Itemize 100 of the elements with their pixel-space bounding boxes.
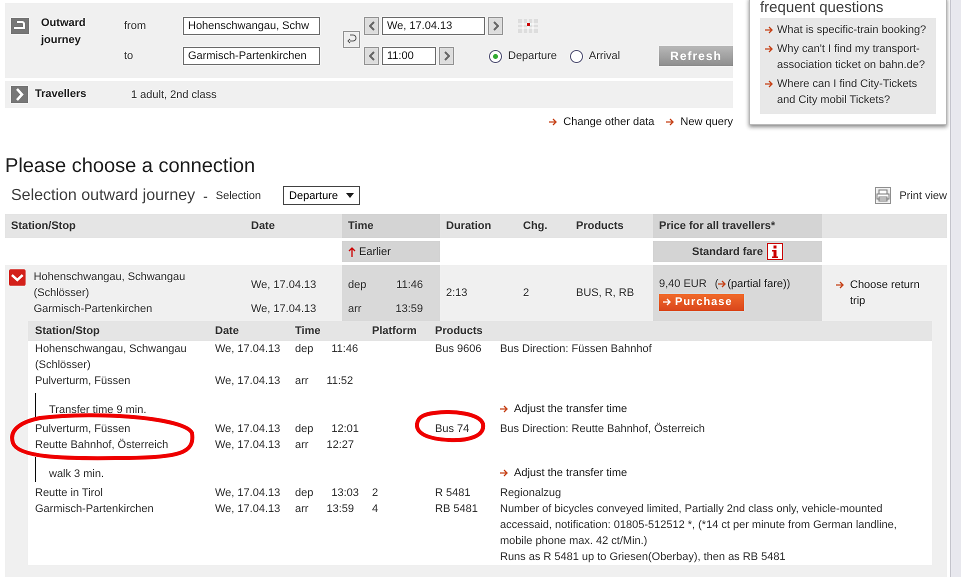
chevron-right-icon [492, 20, 498, 30]
partial-fare-link[interactable]: (partial fare) [727, 276, 787, 292]
travellers-label: Travellers [35, 87, 88, 102]
text-link[interactable]: Change other data [549, 116, 654, 128]
arrow-icon [765, 45, 774, 53]
calendar-icon[interactable] [518, 18, 538, 32]
remark-text: Regionalzug [500, 486, 562, 501]
station-name: Garmisch-Partenkirchen [34, 502, 155, 517]
time-label: arr [348, 302, 362, 317]
time-label: arr [295, 502, 308, 517]
chevron-right-icon [444, 51, 450, 61]
from-field[interactable]: Hohenschwangau, Schw [183, 16, 320, 34]
caret-icon [346, 193, 354, 198]
time-label: arr [295, 438, 308, 453]
remark-text: Bus Direction: Reutte Bahnhof, Österreich [500, 422, 706, 437]
faq-link[interactable]: Why can't I find my transport-association ticket on bahn.de? [765, 41, 931, 73]
column-header: Date [208, 321, 288, 341]
from-label: from [124, 20, 147, 32]
remark-text: Bus Direction: Füssen Bahnhof [500, 342, 653, 357]
time-text: 12:01 [331, 422, 359, 437]
date-text: We, 17.04.13 [251, 302, 318, 317]
time-text: 11:52 [326, 374, 354, 389]
travellers-value: 1 adult, 2nd class [131, 88, 217, 100]
time-text: 13:59 [326, 502, 354, 517]
up-arrow-icon [348, 246, 356, 256]
time-label: dep [295, 422, 314, 437]
product-text: R 5481 [435, 487, 470, 499]
date-field[interactable]: We, 17.04.13 [382, 16, 485, 34]
price-text: 9,40 EUR [659, 276, 707, 292]
chevron-left-icon [368, 20, 374, 30]
chevron-down-icon[interactable] [9, 269, 26, 286]
product-text: Bus 74 [435, 423, 470, 435]
text-link[interactable]: New query [666, 116, 733, 128]
column-header: Price for all travellers* [653, 214, 822, 238]
page-heading: Please choose a connection [5, 154, 256, 178]
selection-dropdown[interactable]: Departure [283, 186, 360, 205]
time-text: 13:59 [395, 302, 423, 317]
arrow-icon [663, 298, 672, 306]
column-header: Platform [365, 321, 428, 341]
adjust-transfer-link[interactable]: Adjust the transfer time [500, 465, 628, 481]
previous-day-button[interactable] [364, 16, 379, 34]
arrow-icon [549, 118, 558, 126]
column-header: Time [288, 321, 365, 341]
faq-link[interactable]: What is specific-train booking? [765, 22, 931, 38]
product-text: Bus 9606 [435, 343, 482, 355]
separator-text: - [203, 188, 208, 204]
selection-label: Selection [216, 190, 262, 202]
column-header: Products [570, 214, 653, 238]
station-name: Pulverturm, Füssen [34, 374, 132, 389]
to-field[interactable]: Garmisch-Partenkirchen [183, 47, 320, 65]
remark-text: Number of bicycles conveyed limited, Partially 2nd class only, vehicle-mounted accessaid, notification: 01805-512512 *, (*14 ct per minute from German landline, mobile phone max. 42 ct/Min.) [500, 502, 898, 549]
print-view-link[interactable]: Print view [875, 187, 947, 204]
date-text: We, 17.04.13 [251, 278, 318, 293]
faq-link[interactable]: Where can I find City-Tickets and City mobil Tickets? [765, 76, 931, 108]
arrow-icon [765, 26, 774, 34]
radio-label: Arrival [588, 50, 620, 62]
date-text: We, 17.04.13 [214, 438, 282, 453]
transfer-text: walk 3 min. [49, 467, 104, 482]
products-text: BUS, R, RB [576, 286, 636, 301]
column-header: Chg. [517, 214, 570, 238]
purchase-button[interactable]: Purchase [659, 294, 744, 310]
earlier-link[interactable]: Earlier [348, 244, 434, 260]
changes-text: 2 [523, 286, 530, 301]
arrow-icon [500, 405, 509, 413]
later-time-button[interactable] [439, 47, 454, 65]
column-header: Station/Stop [28, 321, 208, 341]
station-name: Garmisch-Partenkirchen [34, 302, 154, 317]
earlier-time-button[interactable] [364, 47, 379, 65]
arrow-icon [765, 80, 774, 88]
time-text: 12:27 [326, 438, 354, 453]
radio-button[interactable] [570, 50, 583, 62]
platform-text: 4 [372, 503, 378, 515]
station-name: Reutte in Tirol [34, 486, 104, 501]
printer-icon [875, 187, 892, 204]
next-day-button[interactable] [488, 16, 503, 34]
chevron-right-icon[interactable] [11, 86, 28, 103]
radio-label: Departure [508, 50, 557, 62]
date-text: We, 17.04.13 [214, 374, 282, 389]
date-text: We, 17.04.13 [214, 502, 282, 517]
outward-journey-label: Outward journey [41, 16, 87, 48]
return-trip-link[interactable]: Choose return trip [836, 277, 921, 309]
time-field[interactable]: 11:00 [382, 47, 436, 65]
station-name: Hohenschwangau, Schwangau (Schlösser) [34, 342, 188, 373]
station-name: Reutte Bahnhof, Österreich [34, 438, 170, 453]
info-icon[interactable] [766, 243, 783, 260]
paren-text: ( [714, 276, 718, 292]
product-text: RB 5481 [435, 503, 478, 515]
time-label: dep [295, 342, 314, 357]
fare-type: Standard fare [692, 244, 763, 260]
swap-icon[interactable] [343, 31, 360, 48]
radio-button[interactable] [489, 50, 502, 62]
adjust-transfer-link[interactable]: Adjust the transfer time [500, 401, 628, 417]
date-text: We, 17.04.13 [214, 342, 282, 357]
time-text: 13:03 [331, 486, 359, 501]
time-label: dep [295, 486, 314, 501]
time-label: arr [295, 374, 308, 389]
chevron-left-icon [368, 51, 374, 61]
arrow-icon [718, 280, 728, 288]
column-header: Products [428, 321, 493, 341]
arrow-icon [500, 469, 509, 477]
